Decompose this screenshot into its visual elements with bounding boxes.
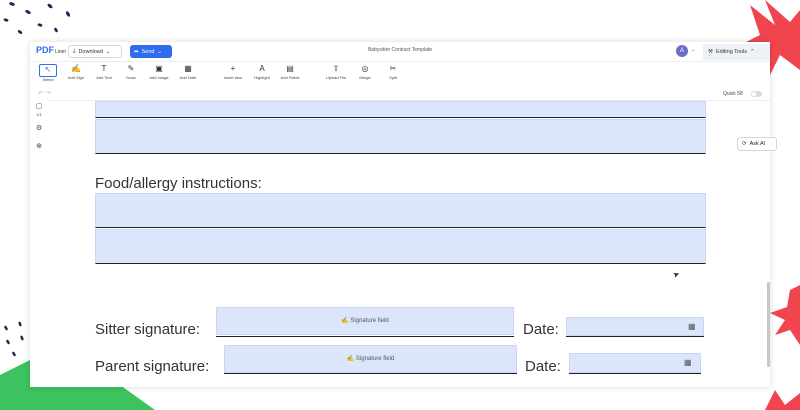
calendar-icon: ▦ bbox=[688, 322, 696, 331]
tool-merge[interactable]: ◎ Merge bbox=[351, 64, 379, 86]
text-field[interactable] bbox=[95, 101, 706, 118]
editing-tools-label: Editing Tools bbox=[715, 49, 748, 55]
tool-label: Merge bbox=[359, 75, 371, 80]
pen-icon: ✎ bbox=[127, 64, 135, 73]
tool-draw[interactable]: ✎ Draw bbox=[117, 64, 145, 86]
upload-icon: ⇧ bbox=[332, 64, 340, 73]
decor-red-shape-bottom-right bbox=[765, 390, 800, 410]
tool-add-fields[interactable]: ▤ Add Fields bbox=[276, 64, 304, 86]
text-icon: T bbox=[101, 64, 107, 73]
tool-upload-file[interactable]: ⇧ Upload File bbox=[322, 64, 350, 86]
tool-label: Add Image bbox=[149, 75, 169, 80]
tool-label: Select bbox=[42, 77, 54, 82]
food-allergy-field-1[interactable] bbox=[95, 193, 706, 228]
sitter-signature-field[interactable]: ✍ Signature field bbox=[216, 307, 514, 335]
parent-signature-field[interactable]: ✍ Signature field bbox=[224, 345, 517, 373]
image-icon: ▣ bbox=[155, 64, 163, 73]
parent-signature-line bbox=[224, 373, 517, 374]
parent-signature-label: Parent signature: bbox=[95, 358, 210, 375]
tool-add-text[interactable]: T Add Text bbox=[90, 64, 118, 86]
tool-add-sign[interactable]: ✍ Add Sign bbox=[62, 64, 90, 86]
left-sidebar: ▢ 1/1 ⚙ ⊕ bbox=[30, 100, 47, 387]
ai-icon: ⟳ bbox=[742, 141, 747, 147]
food-allergy-field-2[interactable] bbox=[95, 229, 706, 264]
signature-field-text: Signature field bbox=[350, 318, 389, 324]
editing-tools-button[interactable]: ⚒ Editing Tools ⌃ bbox=[703, 44, 770, 60]
merge-icon: ◎ bbox=[361, 64, 369, 73]
tool-label: Add Fields bbox=[280, 75, 300, 80]
quick-label: Quick 58 bbox=[723, 91, 743, 97]
tool-label: Highlight bbox=[254, 75, 270, 80]
chevron-down-icon[interactable]: ⌄ bbox=[691, 47, 695, 53]
quick-toggle[interactable] bbox=[751, 91, 762, 97]
text-field[interactable] bbox=[95, 119, 706, 154]
tool-select[interactable]: ↖ Select bbox=[34, 64, 62, 86]
sitter-signature-line bbox=[216, 336, 514, 337]
decor-red-star-bottom-right bbox=[770, 285, 800, 345]
tool-split[interactable]: ✂ Split bbox=[379, 64, 407, 86]
sub-bar: ↶↷ Quick 58 bbox=[30, 88, 770, 101]
plus-icon: + bbox=[230, 64, 236, 73]
document-title: Babysitter Contract Template bbox=[367, 47, 433, 53]
ask-ai-button[interactable]: ⟳ Ask AI bbox=[737, 137, 777, 151]
gear-icon[interactable]: ⚙ bbox=[32, 124, 46, 132]
zoom-icon[interactable]: ⊕ bbox=[32, 142, 46, 150]
undo-redo-buttons[interactable]: ↶↷ bbox=[38, 90, 54, 97]
fields-icon: ▤ bbox=[286, 64, 294, 73]
split-icon: ✂ bbox=[389, 64, 397, 73]
parent-date-field[interactable]: ▦ bbox=[569, 353, 701, 373]
parent-date-line bbox=[569, 373, 701, 374]
decor-dots-top-left bbox=[3, 2, 71, 34]
select-icon: ↖ bbox=[39, 64, 57, 77]
food-allergy-label: Food/allergy instructions: bbox=[95, 175, 262, 192]
sign-icon: ✍ bbox=[71, 64, 81, 73]
chevron-up-icon: ⌃ bbox=[750, 49, 755, 55]
parent-date-label: Date: bbox=[525, 358, 561, 375]
sitter-date-field[interactable]: ▦ bbox=[566, 317, 704, 336]
tool-label: Insert item bbox=[223, 75, 243, 80]
tool-add-date[interactable]: ▦ Add Date bbox=[174, 64, 202, 86]
editing-tools-icon: ⚒ bbox=[708, 49, 713, 55]
tool-label: Add Text bbox=[96, 75, 112, 80]
signature-field-text: Signature field bbox=[355, 356, 395, 362]
signature-icon: ✍ bbox=[346, 356, 356, 362]
sitter-date-line bbox=[566, 336, 704, 337]
page-count: 1/1 bbox=[36, 112, 42, 117]
tool-label: Draw bbox=[126, 75, 136, 80]
tool-label: Add Date bbox=[179, 75, 197, 80]
calendar-icon: ▦ bbox=[684, 358, 692, 367]
top-bar: PDFLiner ⤓ Download ⌄ ➦ Send ⌄ Babysitte… bbox=[30, 42, 770, 62]
sitter-date-label: Date: bbox=[523, 321, 559, 338]
avatar[interactable]: A bbox=[676, 45, 688, 57]
calendar-icon: ▦ bbox=[184, 64, 192, 73]
tool-label: Split bbox=[389, 75, 397, 80]
sitter-signature-label: Sitter signature: bbox=[95, 321, 201, 338]
tool-label: Upload File bbox=[325, 75, 347, 80]
tool-add-image[interactable]: ▣ Add Image bbox=[145, 64, 173, 86]
tool-highlight[interactable]: A Highlight bbox=[248, 64, 276, 86]
scrollbar[interactable] bbox=[767, 282, 770, 367]
pages-icon[interactable]: ▢ bbox=[32, 102, 46, 110]
tool-label: Add Sign bbox=[67, 75, 85, 80]
editing-toolbar: ↖ Select ✍ Add Sign T Add Text ✎ Draw ▣ Add I… bbox=[30, 62, 770, 89]
highlight-icon: A bbox=[259, 64, 265, 73]
ask-ai-label: Ask AI bbox=[749, 141, 766, 147]
tool-insert-item[interactable]: + Insert item bbox=[219, 64, 247, 86]
